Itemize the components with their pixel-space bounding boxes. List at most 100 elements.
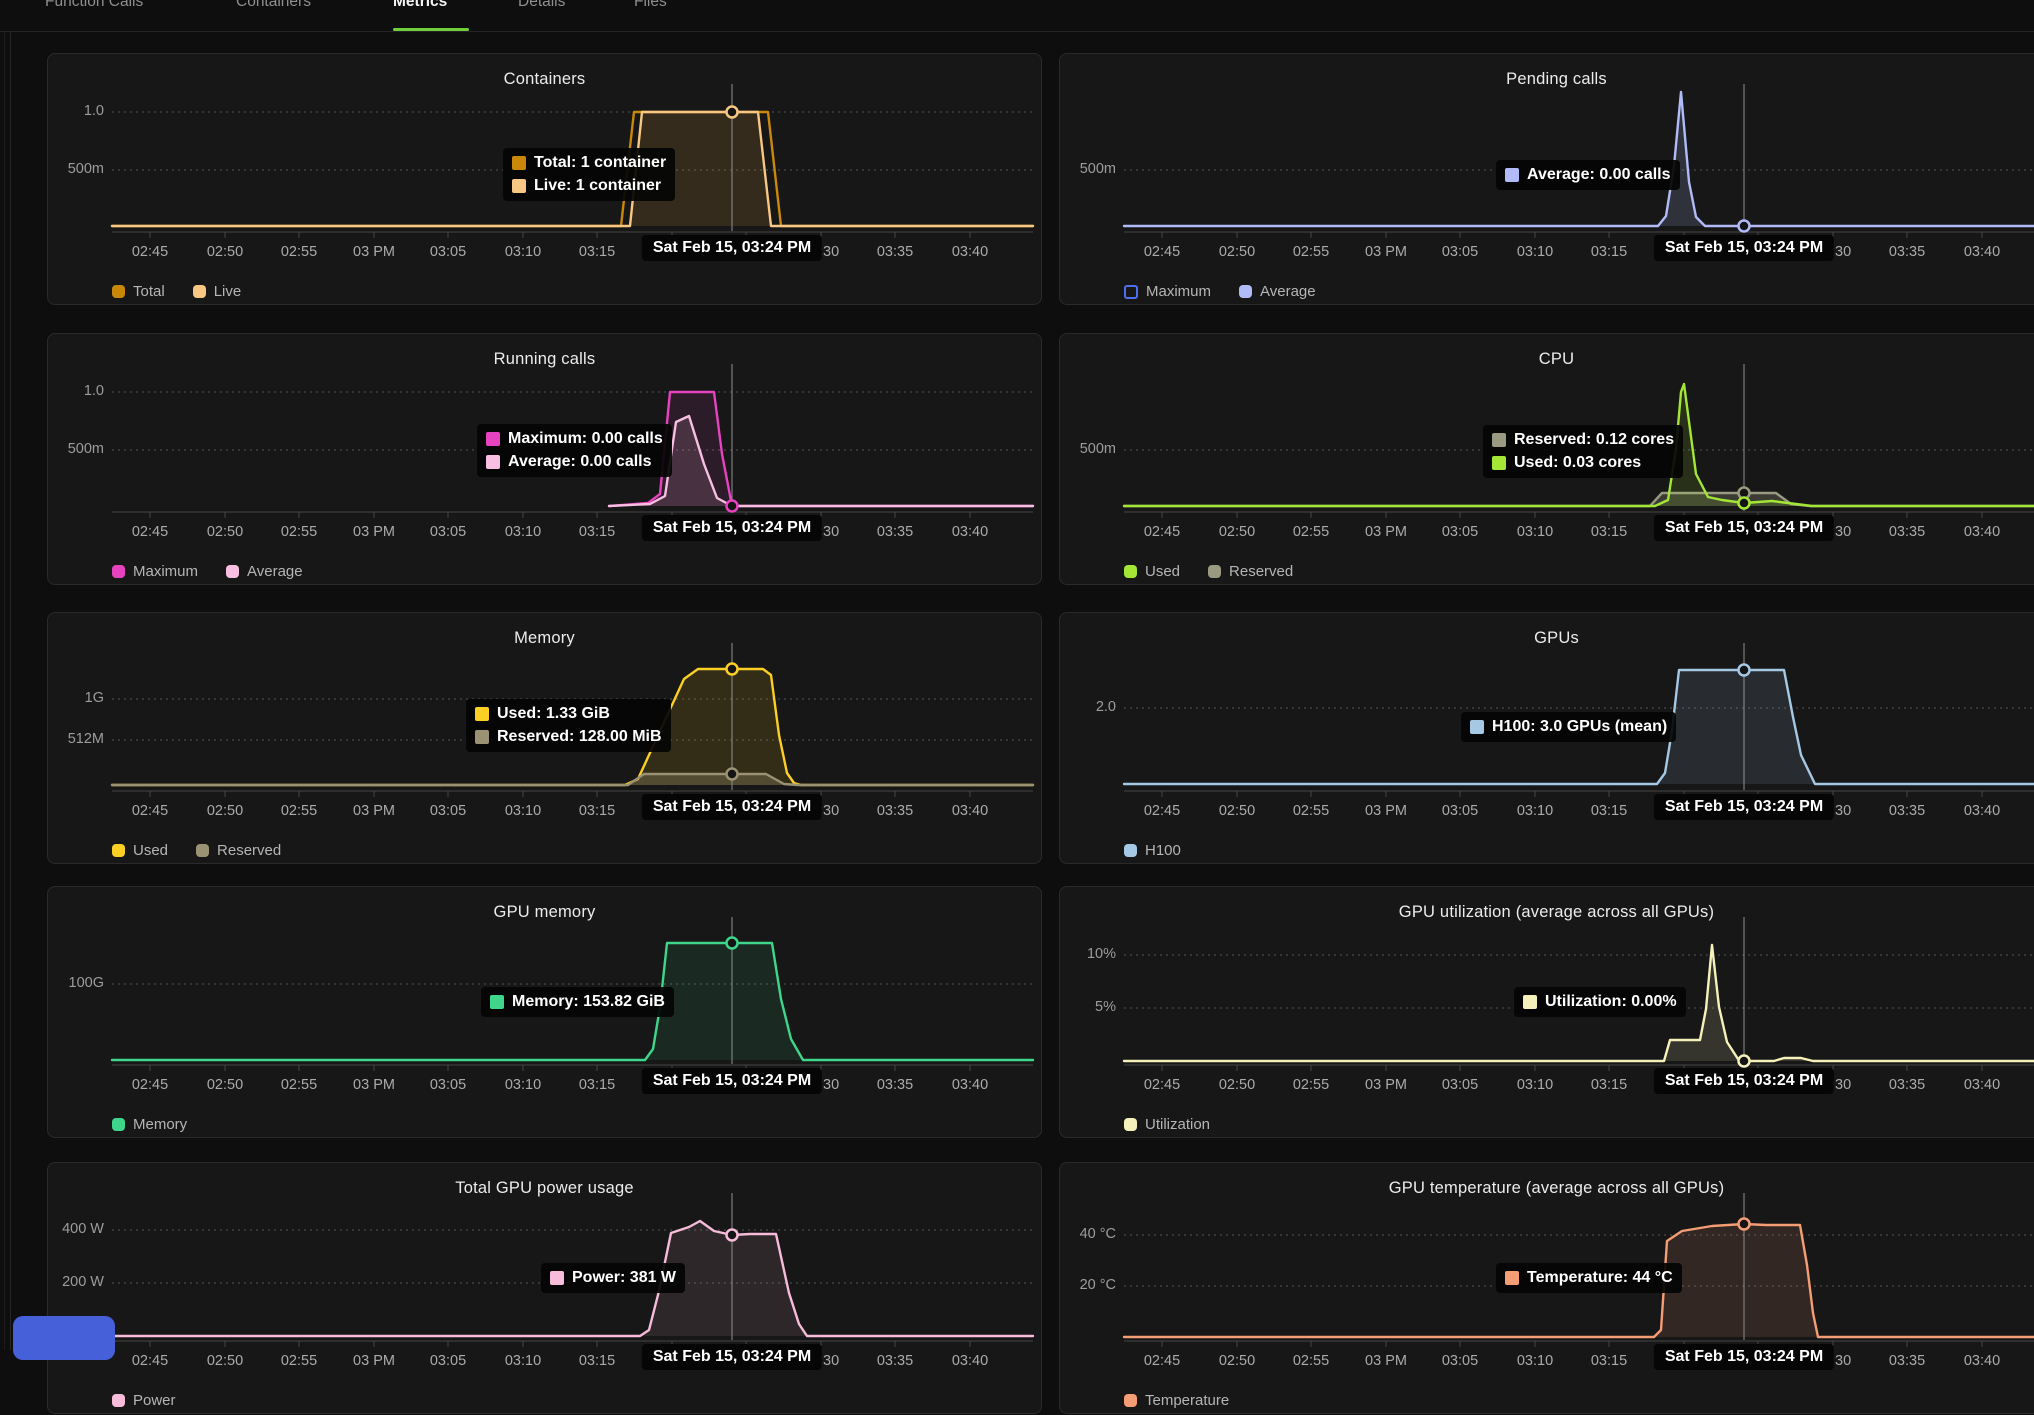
x-axis-label: 03:10 xyxy=(505,244,541,260)
x-axis-label: 03:05 xyxy=(430,1077,466,1093)
x-axis-label: 02:50 xyxy=(1219,244,1255,260)
x-axis-label: 03:15 xyxy=(579,803,615,819)
cursor-date-tooltip: Sat Feb 15, 03:24 PM xyxy=(642,235,822,261)
x-axis-label: 03:40 xyxy=(952,244,988,260)
x-axis-label: 03:35 xyxy=(1889,1077,1925,1093)
x-axis-label: 03:15 xyxy=(1591,1353,1627,1369)
chart-legend-pending-calls: Maximum Average xyxy=(1124,283,1316,300)
tooltip-series-swatch xyxy=(475,730,489,744)
x-axis-label: 03:35 xyxy=(1889,803,1925,819)
tab-details[interactable]: Details xyxy=(518,0,565,11)
x-axis-label: 03 PM xyxy=(1365,524,1407,540)
y-axis-label-containers: 500m xyxy=(48,161,104,177)
legend-item-power[interactable]: Power xyxy=(112,1392,176,1409)
y-axis-label-memory: 512M xyxy=(48,731,104,747)
x-axis-label: 03:05 xyxy=(430,803,466,819)
legend-item-live[interactable]: Live xyxy=(193,283,242,300)
legend-swatch xyxy=(1208,565,1221,578)
chart-card-pending-calls: Pending calls500m02:4502:5002:5503 PM03:… xyxy=(1059,53,2034,305)
x-axis-label: 02:50 xyxy=(207,1077,243,1093)
x-axis-label: 02:50 xyxy=(207,1353,243,1369)
x-axis-label: 03:10 xyxy=(1517,244,1553,260)
chart-card-gpus: GPUs2.002:4502:5002:5503 PM03:0503:1003:… xyxy=(1059,612,2034,864)
x-axis-label: 03:15 xyxy=(1591,803,1627,819)
tab-function-calls[interactable]: Function Calls xyxy=(45,0,143,11)
x-axis-label: 03:35 xyxy=(1889,244,1925,260)
tooltip-series-swatch xyxy=(475,707,489,721)
legend-item-reserved[interactable]: Reserved xyxy=(1208,563,1293,580)
x-axis-label: 03:40 xyxy=(1964,244,2000,260)
x-axis-label: 03:10 xyxy=(1517,524,1553,540)
x-axis-label: 02:55 xyxy=(281,1077,317,1093)
tabbar-divider xyxy=(0,31,2034,32)
legend-label: Average xyxy=(1260,283,1316,300)
tooltip-row: Used: 0.03 cores xyxy=(1492,454,1674,472)
legend-label: Temperature xyxy=(1145,1392,1229,1409)
legend-label: Power xyxy=(133,1392,176,1409)
x-axis-label: 03:05 xyxy=(1442,1353,1478,1369)
legend-label: Memory xyxy=(133,1116,187,1133)
x-axis-label: 03:05 xyxy=(1442,1077,1478,1093)
legend-item-maximum[interactable]: Maximum xyxy=(1124,283,1211,300)
chat-widget-button[interactable] xyxy=(13,1316,115,1360)
legend-item-used[interactable]: Used xyxy=(1124,563,1180,580)
x-axis-label: 02:45 xyxy=(1144,1077,1180,1093)
tab-containers[interactable]: Containers xyxy=(236,0,311,11)
legend-item-reserved[interactable]: Reserved xyxy=(196,842,281,859)
chart-legend-gpu-memory: Memory xyxy=(112,1116,187,1133)
chart-legend-memory: Used Reserved xyxy=(112,842,281,859)
legend-item-memory[interactable]: Memory xyxy=(112,1116,187,1133)
legend-item-used[interactable]: Used xyxy=(112,842,168,859)
tooltip-series-swatch xyxy=(1505,168,1519,182)
tab-metrics[interactable]: Metrics xyxy=(393,0,447,11)
x-axis-label: 03:05 xyxy=(1442,244,1478,260)
legend-item-utilization[interactable]: Utilization xyxy=(1124,1116,1210,1133)
x-axis-label: 02:55 xyxy=(1293,803,1329,819)
legend-swatch xyxy=(1124,285,1138,299)
y-axis-label-gpus: 2.0 xyxy=(1060,699,1116,715)
x-axis-label: 03:40 xyxy=(1964,1077,2000,1093)
value-tooltip-gpu-temperature: Temperature: 44 °C xyxy=(1496,1263,1682,1293)
tooltip-value-text: Reserved: 0.12 cores xyxy=(1514,431,1674,449)
chart-card-gpu-utilization: GPU utilization (average across all GPUs… xyxy=(1059,886,2034,1138)
x-axis-label: 03:35 xyxy=(877,1077,913,1093)
tooltip-row: Average: 0.00 calls xyxy=(486,453,663,471)
tooltip-series-swatch xyxy=(512,179,526,193)
x-axis-label: 03:15 xyxy=(579,1077,615,1093)
x-axis-label: 02:45 xyxy=(1144,1353,1180,1369)
chart-legend-gpu-temperature: Temperature xyxy=(1124,1392,1229,1409)
x-axis-label: 03:10 xyxy=(505,803,541,819)
value-tooltip-containers: Total: 1 containerLive: 1 container xyxy=(503,148,675,201)
legend-item-temperature[interactable]: Temperature xyxy=(1124,1392,1229,1409)
x-axis-label: 02:55 xyxy=(281,244,317,260)
legend-item-total[interactable]: Total xyxy=(112,283,165,300)
tooltip-row: Average: 0.00 calls xyxy=(1505,166,1671,184)
legend-item-average[interactable]: Average xyxy=(1239,283,1316,300)
x-axis-label: 03:10 xyxy=(1517,803,1553,819)
x-axis-label: 02:45 xyxy=(132,524,168,540)
legend-item-maximum[interactable]: Maximum xyxy=(112,563,198,580)
tooltip-value-text: Memory: 153.82 GiB xyxy=(512,993,665,1011)
legend-item-h100[interactable]: H100 xyxy=(1124,842,1181,859)
legend-label: Used xyxy=(1145,563,1180,580)
tooltip-value-text: Used: 1.33 GiB xyxy=(497,705,610,723)
x-axis-label: 03:40 xyxy=(952,524,988,540)
y-axis-label-running-calls: 1.0 xyxy=(48,383,104,399)
x-axis-label: 03:05 xyxy=(1442,524,1478,540)
x-axis-label: 03 PM xyxy=(353,1077,395,1093)
tooltip-row: Temperature: 44 °C xyxy=(1505,1269,1673,1287)
x-axis-label: 03:40 xyxy=(1964,1353,2000,1369)
tab-files[interactable]: Files xyxy=(634,0,667,11)
legend-item-average[interactable]: Average xyxy=(226,563,303,580)
legend-label: Live xyxy=(214,283,242,300)
tooltip-series-swatch xyxy=(490,995,504,1009)
x-axis-label: 03:10 xyxy=(505,1353,541,1369)
legend-swatch xyxy=(1239,285,1252,298)
x-axis-label: 02:45 xyxy=(1144,244,1180,260)
tooltip-row: Total: 1 container xyxy=(512,154,666,172)
x-axis-label: 02:50 xyxy=(207,803,243,819)
x-axis-label: 02:45 xyxy=(132,244,168,260)
x-axis-label: 03:15 xyxy=(1591,244,1627,260)
tooltip-value-text: Average: 0.00 calls xyxy=(508,453,652,471)
x-axis-label: 03:35 xyxy=(877,1353,913,1369)
